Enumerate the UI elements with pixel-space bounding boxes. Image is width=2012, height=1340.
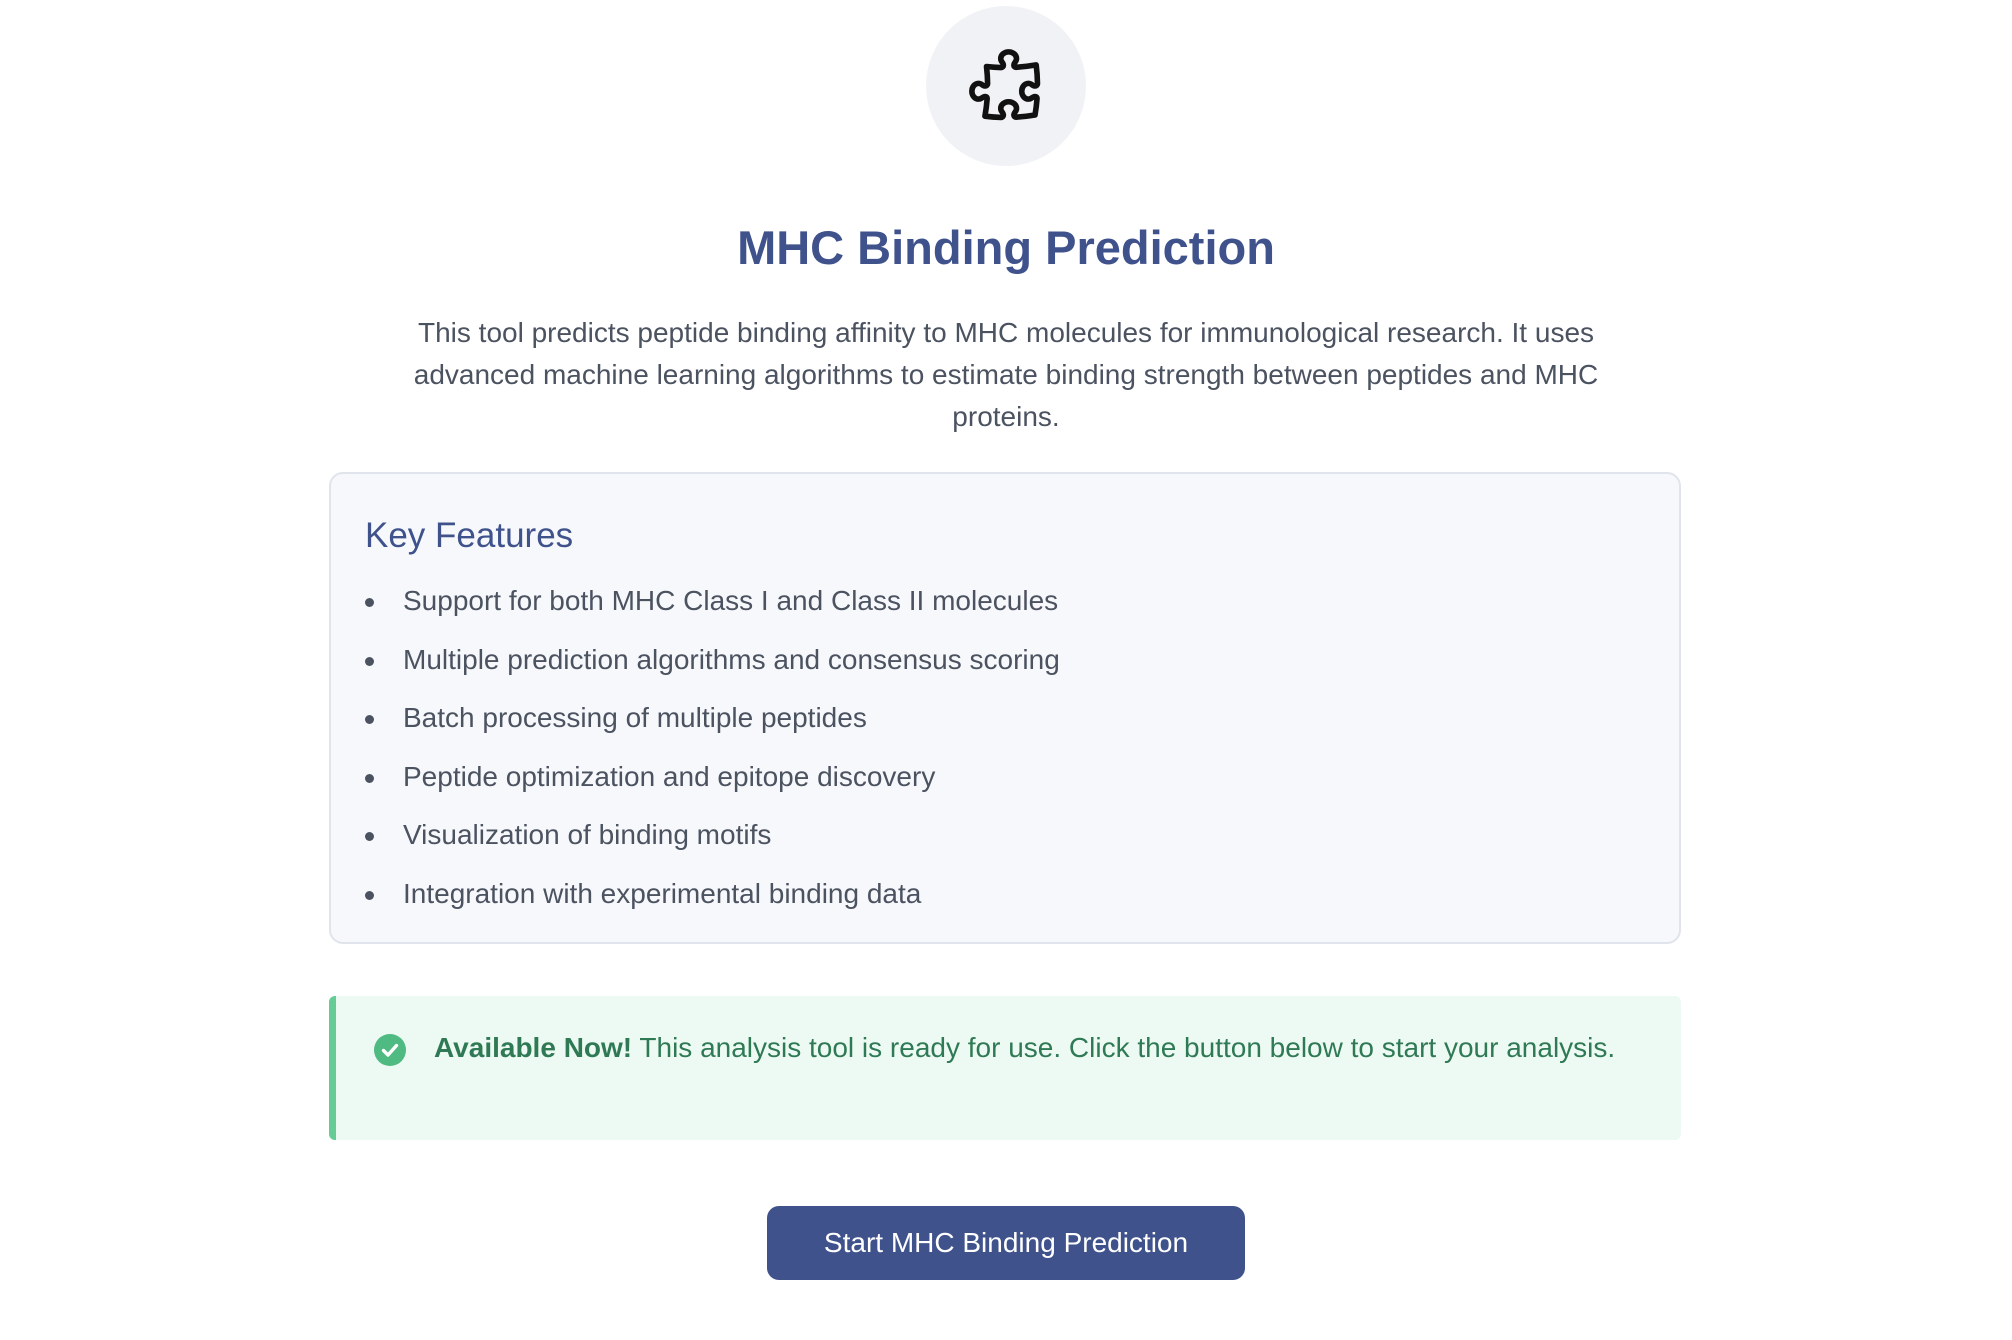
feature-item: Integration with experimental binding da… xyxy=(365,865,1645,924)
feature-item: Peptide optimization and epitope discove… xyxy=(365,748,1645,807)
bullet-icon xyxy=(365,715,374,724)
bullet-icon xyxy=(365,773,374,783)
feature-item-label: Visualization of binding motifs xyxy=(403,819,772,850)
feature-item: Visualization of binding motifs xyxy=(365,806,1645,865)
key-features-list: Support for both MHC Class I and Class I… xyxy=(365,572,1645,923)
feature-item-label: Peptide optimization and epitope discove… xyxy=(403,760,936,792)
feature-item: Batch processing of multiple peptides xyxy=(365,689,1645,748)
bullet-icon xyxy=(365,890,374,900)
tool-intro-page: MHC Binding Prediction This tool predict… xyxy=(0,0,2012,1340)
puzzle-piece-icon xyxy=(969,49,1041,121)
feature-item-label: Support for both MHC Class I and Class I… xyxy=(403,585,1059,616)
bullet-icon xyxy=(365,656,374,666)
bullet-icon xyxy=(365,598,374,607)
notice-message: Available Now! This analysis tool is rea… xyxy=(434,1028,1615,1068)
key-features-card: Key Features Support for both MHC Class … xyxy=(329,472,1681,944)
feature-item: Support for both MHC Class I and Class I… xyxy=(365,572,1645,631)
feature-item-label: Multiple prediction algorithms and conse… xyxy=(403,643,1060,675)
feature-item-label: Integration with experimental binding da… xyxy=(403,877,922,909)
key-features-heading: Key Features xyxy=(365,516,574,555)
tool-description: This tool predicts peptide binding affin… xyxy=(413,317,1599,432)
page-title: MHC Binding Prediction xyxy=(737,221,1275,274)
notice-highlight: Available Now! xyxy=(434,1032,633,1063)
notice-body: This analysis tool is ready for use. Cli… xyxy=(632,1032,1616,1063)
bullet-icon xyxy=(365,832,374,841)
feature-item: Multiple prediction algorithms and conse… xyxy=(365,631,1645,690)
check-circle-icon xyxy=(374,1034,406,1066)
feature-item-label: Batch processing of multiple peptides xyxy=(403,702,867,733)
availability-notice: Available Now! This analysis tool is rea… xyxy=(329,996,1681,1140)
tool-icon-badge xyxy=(926,6,1086,166)
start-prediction-button[interactable]: Start MHC Binding Prediction xyxy=(767,1206,1245,1280)
